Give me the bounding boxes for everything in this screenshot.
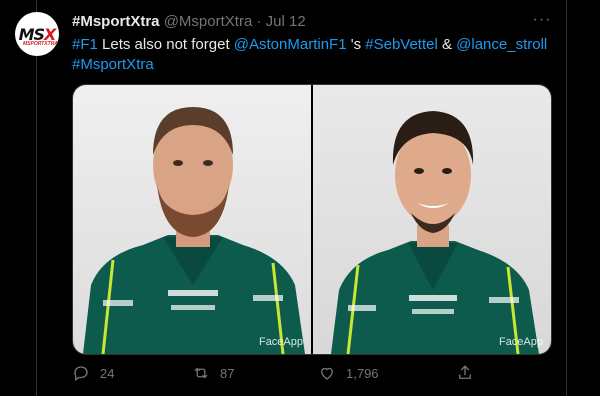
mention-astonmartinf1[interactable]: @AstonMartinF1	[234, 36, 347, 53]
share-icon	[459, 365, 471, 379]
tweet-card[interactable]: MSX MSPORTXTRA #MsportXtra @MsportXtra ·…	[0, 0, 567, 396]
like-button[interactable]: 1,796	[318, 364, 379, 382]
tweet-text-segment: &	[437, 36, 457, 53]
hashtag-msportxtra[interactable]: #MsportXtra	[72, 56, 154, 73]
media-photo-left[interactable]: FaceApp	[73, 85, 311, 354]
heart-icon	[321, 367, 333, 380]
tweet-header: #MsportXtra @MsportXtra · Jul 12	[72, 13, 306, 30]
mention-lance-stroll[interactable]: @lance_stroll	[456, 36, 547, 53]
avatar[interactable]: MSX MSPORTXTRA	[15, 12, 59, 56]
retweet-icon	[194, 367, 208, 379]
faceapp-watermark: FaceApp	[498, 336, 543, 348]
driver-portrait-right	[331, 111, 539, 354]
driver-portrait-left	[83, 107, 305, 354]
tweet-text-segment: Lets also not forget	[97, 36, 234, 53]
tweet-media[interactable]: FaceApp FaceApp	[72, 84, 552, 355]
tweet-date[interactable]: Jul 12	[266, 13, 306, 30]
faceapp-watermark: FaceApp	[258, 336, 303, 348]
author-handle[interactable]: @MsportXtra	[164, 13, 253, 30]
reply-count: 24	[100, 365, 115, 381]
tweet-text: #F1 Lets also not forget @AstonMartinF1 …	[72, 35, 552, 75]
retweet-button[interactable]: 87	[192, 364, 234, 382]
like-count: 1,796	[346, 365, 379, 381]
separator: ·	[256, 13, 262, 30]
hashtag-f1[interactable]: #F1	[72, 36, 98, 53]
share-button[interactable]	[456, 364, 474, 382]
media-photo-right[interactable]: FaceApp	[313, 85, 551, 354]
avatar-logo-subtitle: MSPORTXTRA	[23, 41, 58, 47]
tweet-text-segment: 's	[346, 36, 366, 53]
more-options-icon[interactable]: ···	[532, 10, 552, 30]
reply-button[interactable]: 24	[72, 364, 114, 382]
reply-icon	[74, 366, 88, 382]
author-name[interactable]: #MsportXtra	[72, 13, 160, 30]
hashtag-sebvettel[interactable]: #SebVettel	[365, 36, 438, 53]
tweet-actions: 24 87 1,796	[72, 364, 552, 386]
retweet-count: 87	[220, 365, 235, 381]
thread-divider	[36, 0, 37, 396]
